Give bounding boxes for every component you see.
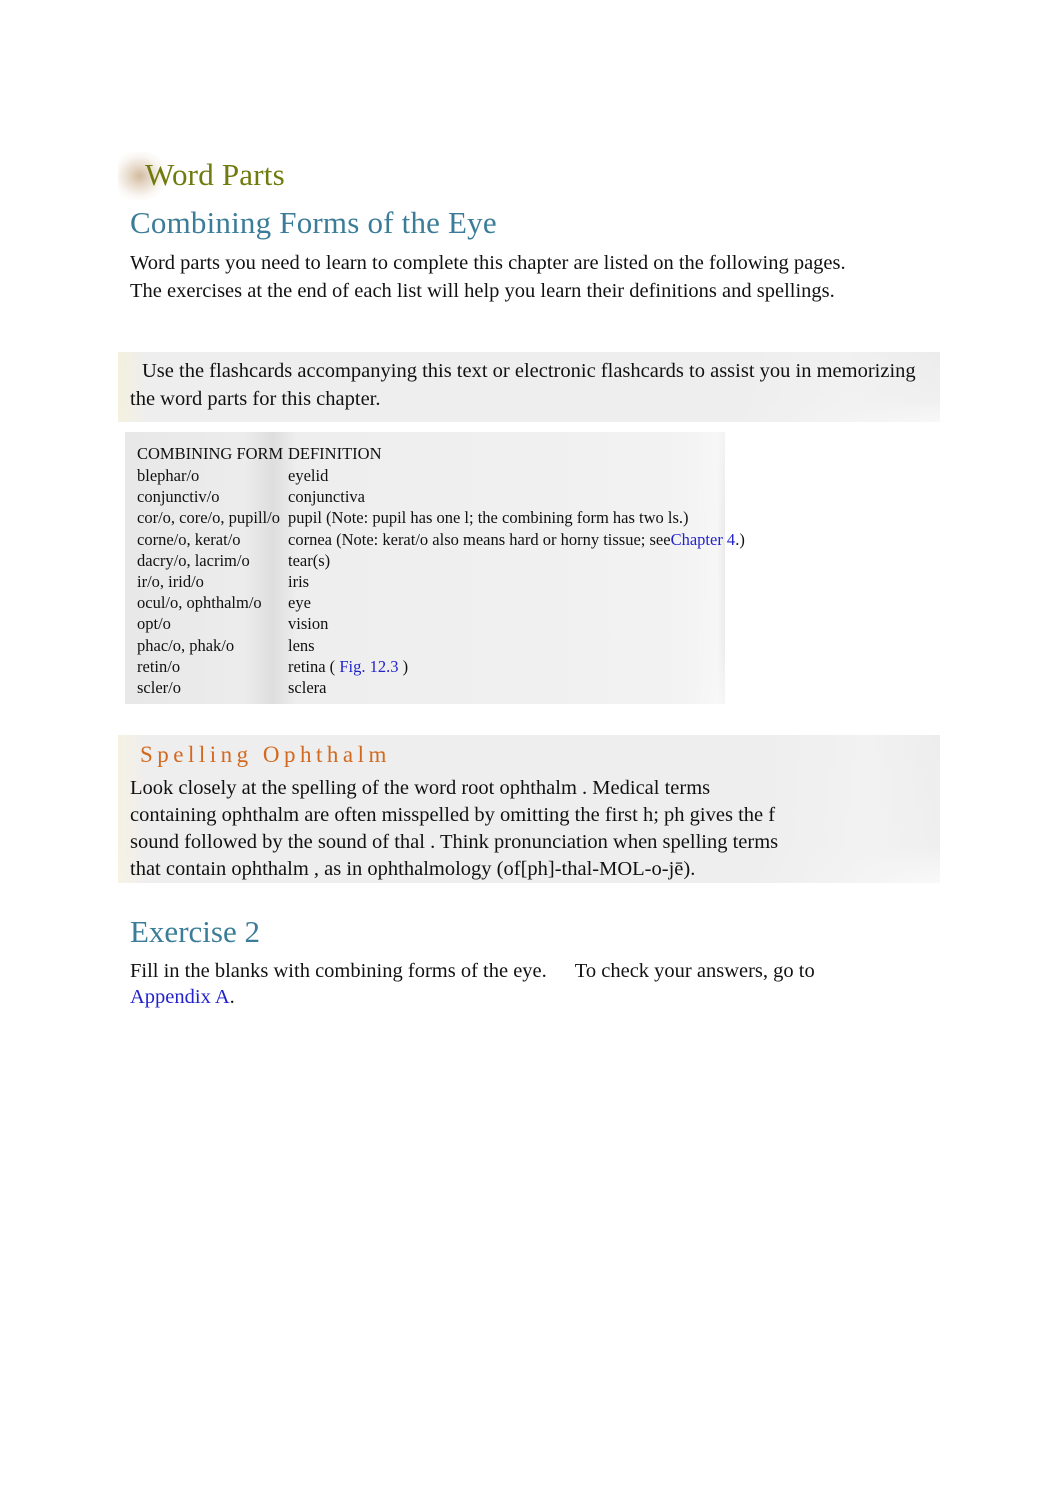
intro-paragraph: Word parts you need to learn to complete…: [130, 252, 846, 302]
table-row: conjunctiv/o conjunctiva: [125, 486, 725, 507]
page-title: Combining Forms of the Eye: [130, 205, 497, 240]
exercise-text-a: Fill in the blanks with combining forms …: [130, 960, 547, 982]
spelling-line-3: sound followed by the sound of thal . Th…: [130, 831, 779, 853]
cell-combining-form: ir/o, irid/o: [137, 571, 204, 591]
column-header-combining-form: COMBINING FORM: [137, 444, 284, 463]
cell-combining-form: blephar/o: [137, 466, 200, 485]
cell-definition: sclera: [288, 677, 327, 697]
exercise-instructions: Fill in the blanks with combining forms …: [130, 958, 930, 1010]
table-row: cor/o, core/o, pupill/o pupil (Note: pup…: [125, 507, 725, 528]
exercise-line-2: Appendix A.: [130, 984, 930, 1010]
spelling-callout-text: Look closely at the spelling of the word…: [130, 775, 930, 883]
cell-definition: cornea (Note: kerat/o also means hard or…: [288, 529, 745, 550]
word-parts-heading-group: Word Parts: [118, 152, 818, 200]
cell-combining-form: dacry/o, lacrim/o: [137, 550, 250, 570]
exercise-heading: Exercise 2: [130, 914, 260, 949]
cell-combining-form: scler/o: [137, 677, 181, 697]
definition-text-pre: cornea (Note: kerat/o also means hard or…: [288, 529, 671, 549]
column-header-definition: DEFINITION: [288, 444, 382, 463]
definition-text-post: .): [735, 529, 745, 549]
spelling-callout: Spelling Ophthalm Look closely at the sp…: [118, 735, 940, 883]
cell-definition: eye: [288, 593, 311, 613]
cell-definition: lens: [288, 635, 315, 655]
cell-definition: vision: [288, 614, 329, 634]
cell-combining-form: retin/o: [137, 656, 181, 676]
spelling-callout-title: Spelling Ophthalm: [140, 742, 391, 767]
spelling-line-1: Look closely at the spelling of the word…: [130, 777, 711, 799]
definition-text-post: ): [398, 656, 409, 676]
cell-combining-form: phac/o, phak/o: [137, 635, 235, 655]
cell-combining-form: ocul/o, ophthalm/o: [137, 593, 262, 613]
table-row: ocul/o, ophthalm/o eye: [125, 592, 725, 613]
table-row: blephar/o eyelid: [125, 465, 725, 486]
table-top-pad: [125, 432, 725, 442]
cell-combining-form: corne/o, kerat/o: [137, 529, 241, 549]
table-row: opt/o vision: [125, 613, 725, 634]
fig-12-3-link[interactable]: Fig. 12.3: [339, 657, 398, 676]
spelling-line-4: that contain ophthalm , as in ophthalmol…: [130, 858, 696, 880]
cell-combining-form: conjunctiv/o: [137, 487, 220, 507]
definition-text-pre: retina (: [288, 656, 340, 676]
table-row: phac/o, phak/o lens: [125, 635, 725, 656]
exercise-text-b: To check your answers, go to: [574, 960, 815, 982]
table-row: scler/o sclera: [125, 677, 725, 698]
chapter-4-link[interactable]: Chapter 4: [671, 530, 736, 549]
appendix-a-link[interactable]: Appendix A: [130, 986, 230, 1008]
document-page: Word Parts Combining Forms of the Eye Wo…: [0, 0, 1062, 1504]
table-row: dacry/o, lacrim/o tear(s): [125, 550, 725, 571]
flashcards-line-1: Use the flashcards accompanying this tex…: [142, 360, 755, 382]
flashcards-callout: Use the flashcards accompanying this tex…: [118, 352, 940, 422]
cell-definition: eyelid: [288, 466, 329, 485]
table-row: retin/o retina ( Fig. 12.3 ): [125, 656, 725, 677]
cell-definition: pupil (Note: pupil has one l; the combin…: [288, 508, 689, 528]
cell-combining-form: opt/o: [137, 614, 171, 634]
combining-forms-table: COMBINING FORM DEFINITION blephar/o eyel…: [125, 432, 745, 704]
word-parts-label: Word Parts: [145, 157, 285, 192]
cell-definition: iris: [288, 571, 310, 591]
exercise-line-2-post: .: [229, 986, 235, 1008]
cell-definition: tear(s): [288, 550, 331, 570]
table-row: ir/o, irid/o iris: [125, 571, 725, 592]
cell-definition: conjunctiva: [288, 487, 365, 507]
flashcards-callout-text: Use the flashcards accompanying this tex…: [130, 358, 920, 413]
table-row: corne/o, kerat/o cornea (Note: kerat/o a…: [125, 529, 745, 550]
spelling-line-2: containing ophthalm are often misspelled…: [130, 804, 776, 826]
cell-combining-form: cor/o, core/o, pupill/o: [137, 508, 280, 528]
exercise-line-1: Fill in the blanks with combining forms …: [130, 958, 930, 984]
cell-definition: retina ( Fig. 12.3 ): [288, 656, 733, 677]
table-header-row: COMBINING FORM DEFINITION: [125, 442, 725, 465]
